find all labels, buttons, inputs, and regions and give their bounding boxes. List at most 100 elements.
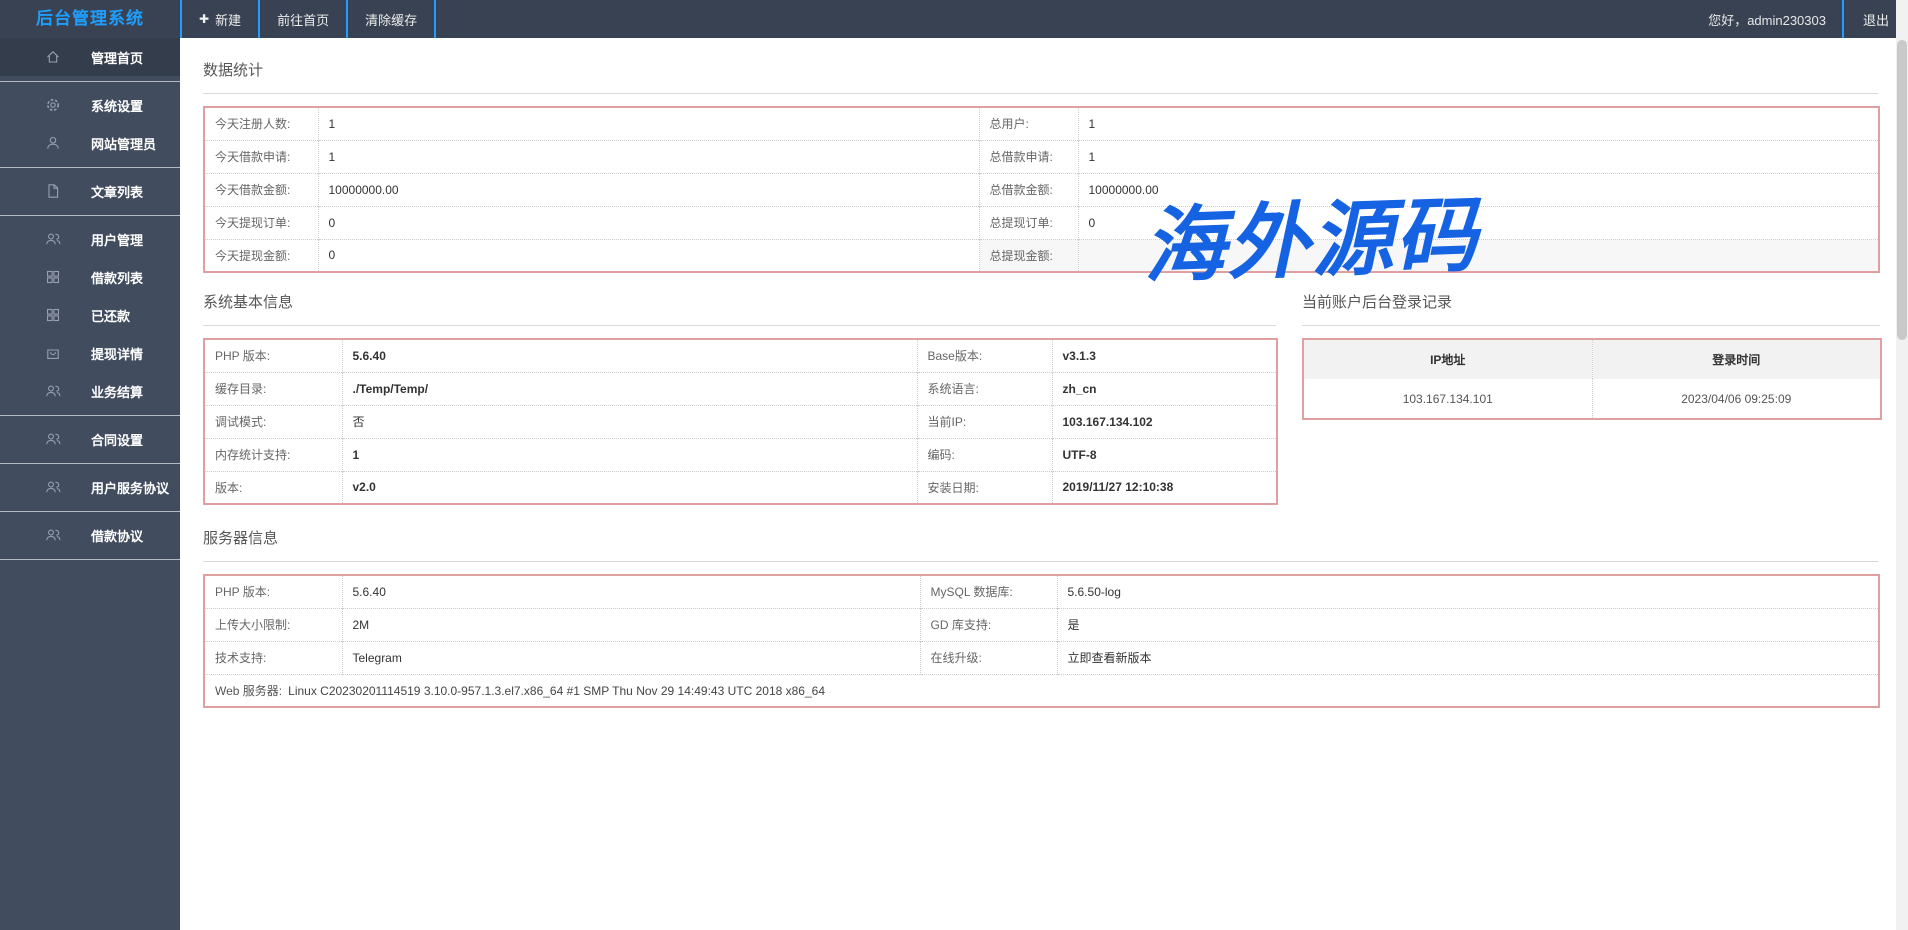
sidebar-item-user-service-agreement[interactable]: 用户服务协议 (0, 468, 180, 506)
go-home-button[interactable]: 前往首页 (260, 0, 348, 38)
divider (1302, 325, 1880, 326)
sidebar-divider (0, 162, 180, 172)
stat-row: 今天借款金额:10000000.00总借款金额:10000000.00 (204, 173, 1879, 206)
server-label: 上传大小限制: (204, 608, 342, 641)
info-value: v3.1.3 (1052, 339, 1277, 372)
sidebar-item-user-management[interactable]: 用户管理 (0, 220, 180, 258)
stat-row: 今天提现金额:0总提现金额: (204, 239, 1879, 272)
login-column-header: 登录时间 (1592, 339, 1881, 379)
info-value: UTF-8 (1052, 438, 1277, 471)
server-info-section: 服务器信息 PHP 版本:5.6.40MySQL 数据库:5.6.50-log上… (203, 531, 1908, 708)
info-label: PHP 版本: (204, 339, 342, 372)
sidebar-item-repaid[interactable]: 已还款 (0, 296, 180, 334)
sidebar-divider (0, 554, 180, 564)
sidebar-item-withdrawal-details[interactable]: 提现详情 (0, 334, 180, 372)
sidebar-item-site-admin[interactable]: 网站管理员 (0, 124, 180, 162)
grid-icon (45, 307, 63, 323)
sidebar-item-label: 用户管理 (91, 230, 143, 249)
login-records-title: 当前账户后台登录记录 (1302, 295, 1880, 311)
sidebar-item-system-settings[interactable]: 系统设置 (0, 86, 180, 124)
header-right: 您好，admin230303 退出 (1708, 0, 1908, 38)
sidebar-divider (0, 410, 180, 420)
server-row: 技术支持:Telegram在线升级:立即查看新版本 (204, 641, 1879, 674)
info-row: 缓存目录:./Temp/Temp/系统语言:zh_cn (204, 372, 1277, 405)
login-column-header: IP地址 (1303, 339, 1592, 379)
info-row: 调试模式:否当前IP:103.167.134.102 (204, 405, 1277, 438)
users-icon (45, 431, 63, 447)
scrollbar-track[interactable] (1896, 0, 1908, 930)
login-record-row: 103.167.134.1012023/04/06 09:25:09 (1303, 379, 1881, 419)
system-info-title: 系统基本信息 (203, 295, 1276, 311)
stat-label: 总提现订单: (979, 206, 1078, 239)
sidebar-item-label: 网站管理员 (91, 134, 156, 153)
stat-value: 0 (1078, 206, 1879, 239)
stat-value: 1 (318, 140, 979, 173)
info-label: 当前IP: (917, 405, 1052, 438)
info-label: 版本: (204, 471, 342, 504)
app-logo: 后台管理系统 (0, 0, 180, 38)
server-info-title: 服务器信息 (203, 531, 1908, 547)
info-label: 安装日期: (917, 471, 1052, 504)
sidebar-item-label: 业务结算 (91, 382, 143, 401)
sidebar-divider (0, 458, 180, 468)
stats-table-body: 今天注册人数:1总用户:1今天借款申请:1总借款申请:1今天借款金额:10000… (204, 107, 1879, 272)
scrollbar-thumb[interactable] (1897, 40, 1907, 340)
system-info-table-body: PHP 版本:5.6.40Base版本:v3.1.3缓存目录:./Temp/Te… (204, 339, 1277, 504)
main-content: 数据统计 今天注册人数:1总用户:1今天借款申请:1总借款申请:1今天借款金额:… (180, 38, 1908, 930)
web-server-value: Linux C20230201114519 3.10.0-957.1.3.el7… (288, 684, 825, 698)
sidebar-divider (0, 76, 180, 86)
sidebar-item-label: 系统设置 (91, 96, 143, 115)
stat-row: 今天借款申请:1总借款申请:1 (204, 140, 1879, 173)
login-time-cell: 2023/04/06 09:25:09 (1592, 379, 1881, 419)
sidebar-item-loan-list[interactable]: 借款列表 (0, 258, 180, 296)
server-web-row: Web 服务器:Linux C20230201114519 3.10.0-957… (204, 674, 1879, 707)
stat-row: 今天注册人数:1总用户:1 (204, 107, 1879, 140)
server-value: 是 (1057, 608, 1879, 641)
users-icon (45, 231, 63, 247)
user-icon (45, 135, 63, 151)
sidebar-item-business-settlement[interactable]: 业务结算 (0, 372, 180, 410)
system-info-table: PHP 版本:5.6.40Base版本:v3.1.3缓存目录:./Temp/Te… (203, 338, 1278, 505)
clear-cache-button[interactable]: 清除缓存 (348, 0, 436, 38)
grid-icon (45, 269, 63, 285)
login-records-table-body: 103.167.134.1012023/04/06 09:25:09 (1303, 379, 1881, 419)
users-icon (45, 527, 63, 543)
sidebar-item-label: 合同设置 (91, 430, 143, 449)
header-bar: 后台管理系统 ✚新建前往首页清除缓存 您好，admin230303 退出 (0, 0, 1908, 38)
stat-label: 今天提现订单: (204, 206, 318, 239)
login-records-section: 当前账户后台登录记录 IP地址登录时间 103.167.134.1012023/… (1302, 295, 1880, 505)
info-value: zh_cn (1052, 372, 1277, 405)
sidebar-item-contract-settings[interactable]: 合同设置 (0, 420, 180, 458)
server-row: PHP 版本:5.6.40MySQL 数据库:5.6.50-log (204, 575, 1879, 608)
check-new-version-link[interactable]: 立即查看新版本 (1057, 641, 1879, 674)
header-button-label: 前往首页 (277, 10, 329, 29)
sidebar-item-home[interactable]: 管理首页 (0, 38, 180, 76)
sidebar-item-label: 借款协议 (91, 526, 143, 545)
server-value: 5.6.50-log (1057, 575, 1879, 608)
server-row: 上传大小限制:2MGD 库支持:是 (204, 608, 1879, 641)
login-records-table: IP地址登录时间 103.167.134.1012023/04/06 09:25… (1302, 338, 1882, 420)
gear-icon (45, 97, 63, 113)
sidebar-divider (0, 210, 180, 220)
server-value: 5.6.40 (342, 575, 920, 608)
server-value: 2M (342, 608, 920, 641)
stat-value: 1 (1078, 107, 1879, 140)
sidebar-item-loan-agreement[interactable]: 借款协议 (0, 516, 180, 554)
server-value: Telegram (342, 641, 920, 674)
new-button[interactable]: ✚新建 (182, 0, 260, 38)
stat-value: 10000000.00 (1078, 173, 1879, 206)
sidebar-item-label: 管理首页 (91, 48, 143, 67)
stat-value: 0 (318, 239, 979, 272)
sidebar-item-article-list[interactable]: 文章列表 (0, 172, 180, 210)
web-server-cell: Web 服务器:Linux C20230201114519 3.10.0-957… (204, 674, 1879, 707)
info-label: Base版本: (917, 339, 1052, 372)
file-icon (45, 183, 63, 199)
sidebar-item-label: 借款列表 (91, 268, 143, 287)
user-greeting: 您好，admin230303 (1708, 0, 1842, 38)
sidebar-item-label: 已还款 (91, 306, 130, 325)
sidebar: 管理首页系统设置网站管理员文章列表用户管理借款列表已还款提现详情业务结算合同设置… (0, 38, 180, 930)
stat-label: 今天提现金额: (204, 239, 318, 272)
server-label: PHP 版本: (204, 575, 342, 608)
stat-value: 10000000.00 (318, 173, 979, 206)
stat-label: 总借款金额: (979, 173, 1078, 206)
